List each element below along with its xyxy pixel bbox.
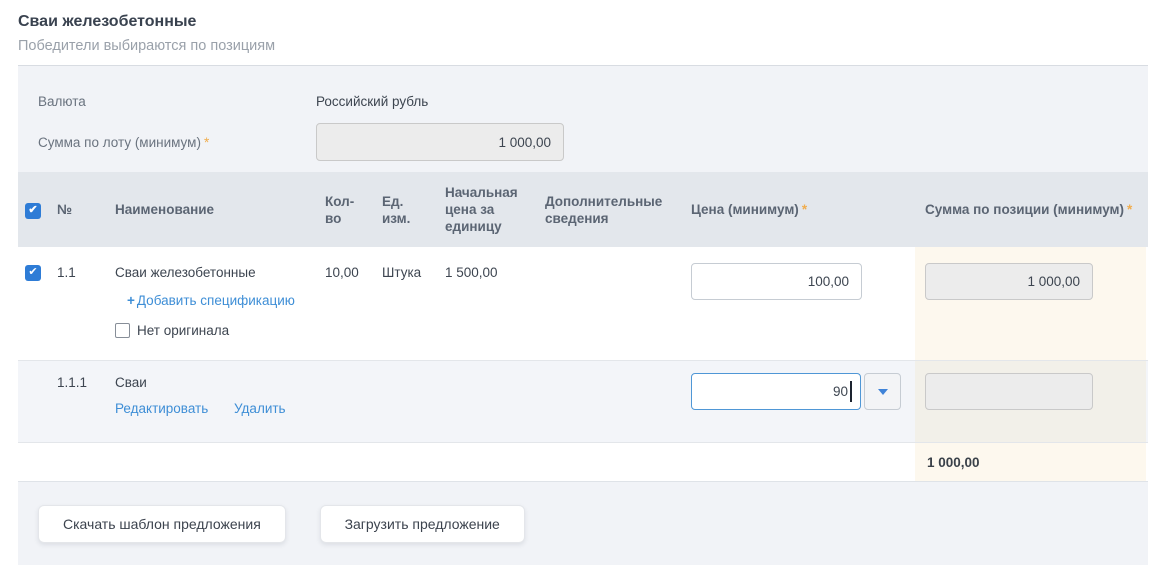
header-name: Наименование: [112, 201, 325, 218]
spec-price-cell: [691, 361, 915, 442]
download-template-button[interactable]: Скачать шаблон предложения: [38, 505, 286, 543]
header-num: №: [50, 201, 112, 218]
lot-sum-label: Сумма по лоту (минимум)*: [18, 135, 316, 150]
position-sum-input: [925, 263, 1093, 300]
row-name-cell: Сваи железобетонные +Добавить спецификац…: [112, 247, 325, 360]
upload-offer-button[interactable]: Загрузить предложение: [320, 505, 525, 543]
no-original-checkbox[interactable]: [115, 323, 130, 338]
edit-link[interactable]: Редактировать: [115, 401, 208, 416]
row-name: Сваи железобетонные: [115, 263, 315, 282]
spec-row: 1.1.1 Сваи Редактировать Удалить: [18, 361, 1148, 443]
currency-row: Валюта Российский рубль: [18, 94, 1148, 109]
price-dropdown-button[interactable]: [864, 373, 901, 410]
header-info: Дополнительные сведения: [545, 193, 691, 227]
header-qty: Кол-во: [325, 193, 382, 227]
spec-price-combo: [691, 373, 905, 410]
header-price: Цена (минимум)*: [691, 201, 915, 218]
chevron-down-icon: [878, 389, 888, 395]
spec-price-wrap: [691, 373, 861, 410]
spec-name: Сваи: [115, 373, 315, 392]
panel-footer: Скачать шаблон предложения Загрузить пре…: [18, 482, 1148, 565]
spec-name-cell: Сваи Редактировать Удалить: [112, 361, 325, 442]
spec-price-input[interactable]: [691, 373, 861, 410]
header-unit: Ед. изм.: [382, 193, 445, 227]
currency-value: Российский рубль: [316, 94, 428, 109]
spec-links: Редактировать Удалить: [115, 399, 315, 418]
row-qty: 10,00: [325, 247, 382, 360]
text-cursor: [850, 381, 852, 402]
required-mark: *: [204, 135, 209, 150]
header-start-price: Начальная цена за единицу: [445, 184, 545, 235]
spec-check-cell: [18, 361, 50, 442]
select-all-checkbox[interactable]: ✔: [25, 203, 41, 219]
total-row: 1 000,00: [18, 443, 1148, 482]
plus-icon: +: [127, 293, 135, 308]
row-num: 1.1: [50, 247, 112, 360]
page-head: Сваи железобетонные Победители выбираютс…: [18, 0, 1148, 56]
row-start-price: 1 500,00: [445, 247, 545, 360]
currency-label: Валюта: [18, 94, 316, 109]
row-checkbox[interactable]: ✔: [25, 265, 41, 281]
row-select-cell: ✔: [18, 247, 50, 360]
page-subtitle: Победители выбираются по позициям: [18, 36, 1148, 56]
add-spec-link[interactable]: +Добавить спецификацию: [127, 291, 315, 310]
row-info: [545, 247, 691, 360]
required-mark: *: [1127, 202, 1132, 217]
lot-form: Валюта Российский рубль Сумма по лоту (м…: [18, 66, 1148, 172]
check-icon: ✔: [28, 267, 37, 278]
spec-sum-cell: [915, 361, 1146, 442]
spec-qty: [325, 361, 382, 442]
lot-total-sum: 1 000,00: [915, 443, 1146, 481]
position-row: ✔ 1.1 Сваи железобетонные +Добавить спец…: [18, 247, 1148, 361]
row-price-cell: [691, 247, 915, 360]
required-mark: *: [802, 202, 807, 217]
spec-info: [545, 361, 691, 442]
lot-sum-input: [316, 123, 564, 161]
spec-sum-input: [925, 373, 1093, 410]
select-all-cell: ✔: [18, 200, 50, 219]
lot-section: Сваи железобетонные Победители выбираютс…: [18, 0, 1148, 565]
spec-start-price: [445, 361, 545, 442]
page-title: Сваи железобетонные: [18, 12, 1148, 32]
row-sum-cell: [915, 247, 1146, 360]
lot-sum-row: Сумма по лоту (минимум)*: [18, 123, 1148, 161]
lot-panel: Валюта Российский рубль Сумма по лоту (м…: [18, 65, 1148, 565]
no-original-row: Нет оригинала: [115, 321, 315, 340]
price-input[interactable]: [691, 263, 862, 300]
spec-num: 1.1.1: [50, 361, 112, 442]
delete-link[interactable]: Удалить: [234, 401, 286, 416]
check-icon: ✔: [28, 205, 37, 216]
row-unit: Штука: [382, 247, 445, 360]
table-header: ✔ № Наименование Кол-во Ед. изм. Начальн…: [18, 172, 1148, 247]
header-sum: Сумма по позиции (минимум)*: [915, 201, 1146, 218]
no-original-label: Нет оригинала: [137, 321, 229, 340]
spec-unit: [382, 361, 445, 442]
